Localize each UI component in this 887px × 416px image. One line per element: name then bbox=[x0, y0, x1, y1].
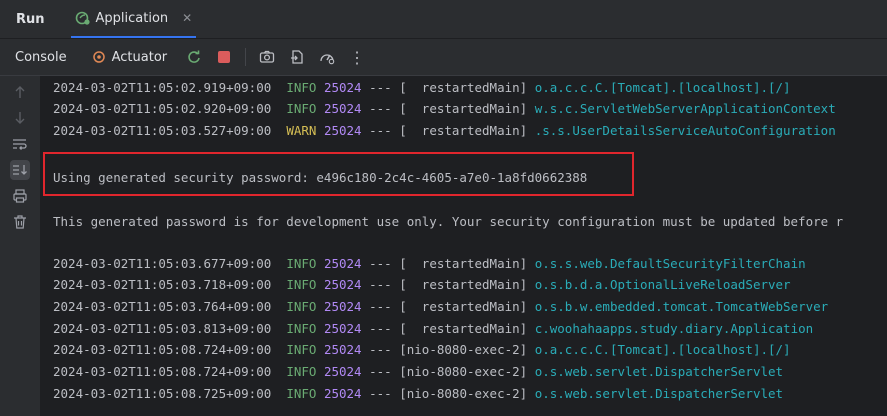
console-side-toolbar bbox=[0, 76, 40, 416]
profiler-icon[interactable] bbox=[318, 48, 336, 66]
close-tab-icon[interactable]: ✕ bbox=[182, 11, 192, 25]
log-pid: 25024 bbox=[323, 256, 362, 271]
log-timestamp: 2024-03-02T11:05:03.813+09:00 bbox=[53, 321, 272, 336]
log-logger[interactable]: o.s.web.servlet.DispatcherServlet bbox=[535, 364, 783, 379]
log-level: INFO bbox=[286, 342, 317, 357]
log-logger[interactable]: o.s.s.web.DefaultSecurityFilterChain bbox=[535, 256, 806, 271]
log-logger[interactable]: o.s.b.w.embedded.tomcat.TomcatWebServer bbox=[535, 299, 829, 314]
export-icon[interactable] bbox=[288, 48, 306, 66]
log-timestamp: 2024-03-02T11:05:08.724+09:00 bbox=[53, 342, 272, 357]
log-level: INFO bbox=[286, 256, 317, 271]
console-output[interactable]: 2024-03-02T11:05:02.919+09:00 INFO 25024… bbox=[40, 76, 887, 416]
log-thread: [ restartedMain] bbox=[399, 256, 528, 271]
log-logger[interactable]: o.a.c.c.C.[Tomcat].[localhost].[/] bbox=[535, 80, 791, 95]
rerun-icon[interactable] bbox=[185, 48, 203, 66]
log-level: INFO bbox=[286, 101, 317, 116]
log-level: INFO bbox=[286, 386, 317, 401]
clear-all-trash-icon[interactable] bbox=[10, 212, 30, 232]
log-pid: 25024 bbox=[323, 80, 362, 95]
log-line: 2024-03-02T11:05:08.724+09:00 INFO 25024… bbox=[53, 341, 791, 359]
log-separator: --- bbox=[369, 101, 392, 116]
dev-use-warning-message: This generated password is for developme… bbox=[53, 214, 844, 229]
log-thread: [ restartedMain] bbox=[399, 80, 528, 95]
console-toolbar: Console Actuator ⋮ bbox=[0, 39, 887, 76]
log-thread: [ restartedMain] bbox=[399, 277, 528, 292]
toolbar-divider bbox=[245, 48, 247, 66]
log-level: INFO bbox=[286, 321, 317, 336]
log-line: 2024-03-02T11:05:03.677+09:00 INFO 25024… bbox=[53, 255, 806, 273]
log-pid: 25024 bbox=[323, 364, 362, 379]
log-timestamp: 2024-03-02T11:05:03.677+09:00 bbox=[53, 256, 272, 271]
log-line: 2024-03-02T11:05:03.764+09:00 INFO 25024… bbox=[53, 298, 828, 316]
log-thread: [ restartedMain] bbox=[399, 123, 528, 138]
log-separator: --- bbox=[369, 342, 392, 357]
tab-actuator-label: Actuator bbox=[111, 49, 168, 65]
log-pid: 25024 bbox=[323, 277, 362, 292]
log-logger[interactable]: w.s.c.ServletWebServerApplicationContext bbox=[535, 101, 836, 116]
log-logger[interactable]: o.s.web.servlet.DispatcherServlet bbox=[535, 386, 783, 401]
log-timestamp: 2024-03-02T11:05:02.920+09:00 bbox=[53, 101, 272, 116]
run-tool-window-header: Run Application ✕ bbox=[0, 0, 887, 39]
log-separator: --- bbox=[369, 277, 392, 292]
log-level: INFO bbox=[286, 364, 317, 379]
log-thread: [nio-8080-exec-2] bbox=[399, 364, 528, 379]
scroll-to-end-icon[interactable] bbox=[10, 160, 30, 180]
log-level: INFO bbox=[286, 80, 317, 95]
log-pid: 25024 bbox=[323, 123, 362, 138]
stop-icon[interactable] bbox=[215, 48, 233, 66]
log-pid: 25024 bbox=[323, 299, 362, 314]
log-separator: --- bbox=[369, 299, 392, 314]
tab-application[interactable]: Application ✕ bbox=[70, 0, 197, 38]
log-timestamp: 2024-03-02T11:05:03.764+09:00 bbox=[53, 299, 272, 314]
log-thread: [nio-8080-exec-2] bbox=[399, 386, 528, 401]
log-thread: [ restartedMain] bbox=[399, 101, 528, 116]
spring-boot-run-icon bbox=[75, 10, 91, 26]
log-timestamp: 2024-03-02T11:05:08.725+09:00 bbox=[53, 386, 272, 401]
log-separator: --- bbox=[369, 123, 392, 138]
tab-application-label: Application bbox=[95, 10, 169, 26]
log-pid: 25024 bbox=[323, 101, 362, 116]
scroll-up-icon[interactable] bbox=[10, 82, 30, 102]
log-separator: --- bbox=[369, 364, 392, 379]
log-timestamp: 2024-03-02T11:05:08.724+09:00 bbox=[53, 364, 272, 379]
log-line: 2024-03-02T11:05:08.725+09:00 INFO 25024… bbox=[53, 385, 783, 403]
log-level: INFO bbox=[286, 277, 317, 292]
log-timestamp: 2024-03-02T11:05:03.718+09:00 bbox=[53, 277, 272, 292]
run-title: Run bbox=[16, 11, 45, 27]
log-pid: 25024 bbox=[323, 342, 362, 357]
log-line: 2024-03-02T11:05:02.920+09:00 INFO 25024… bbox=[53, 100, 836, 118]
log-thread: [ restartedMain] bbox=[399, 299, 528, 314]
print-icon[interactable] bbox=[10, 186, 30, 206]
log-line: 2024-03-02T11:05:03.718+09:00 INFO 25024… bbox=[53, 276, 791, 294]
log-line: 2024-03-02T11:05:03.813+09:00 INFO 25024… bbox=[53, 320, 813, 338]
tab-actuator[interactable]: Actuator bbox=[91, 49, 168, 65]
log-timestamp: 2024-03-02T11:05:03.527+09:00 bbox=[53, 123, 272, 138]
tab-console[interactable]: Console bbox=[15, 50, 67, 65]
scroll-down-icon[interactable] bbox=[10, 108, 30, 128]
soft-wrap-icon[interactable] bbox=[10, 134, 30, 154]
log-logger[interactable]: o.s.b.d.a.OptionalLiveReloadServer bbox=[535, 277, 791, 292]
log-logger[interactable]: c.woohahaapps.study.diary.Application bbox=[535, 321, 813, 336]
log-level: INFO bbox=[286, 299, 317, 314]
log-logger[interactable]: o.a.c.c.C.[Tomcat].[localhost].[/] bbox=[535, 342, 791, 357]
more-options-icon[interactable]: ⋮ bbox=[348, 48, 366, 67]
log-separator: --- bbox=[369, 386, 392, 401]
log-timestamp: 2024-03-02T11:05:02.919+09:00 bbox=[53, 80, 272, 95]
log-pid: 25024 bbox=[323, 321, 362, 336]
log-line: 2024-03-02T11:05:03.527+09:00 WARN 25024… bbox=[53, 122, 836, 140]
log-level: WARN bbox=[286, 123, 317, 138]
generated-password-message: Using generated security password: e496c… bbox=[53, 170, 588, 185]
log-logger[interactable]: .s.s.UserDetailsServiceAutoConfiguration bbox=[535, 123, 836, 138]
log-thread: [nio-8080-exec-2] bbox=[399, 342, 528, 357]
actuator-icon bbox=[91, 49, 107, 65]
log-pid: 25024 bbox=[323, 386, 362, 401]
log-separator: --- bbox=[369, 256, 392, 271]
log-separator: --- bbox=[369, 321, 392, 336]
log-separator: --- bbox=[369, 80, 392, 95]
log-thread: [ restartedMain] bbox=[399, 321, 528, 336]
log-line: 2024-03-02T11:05:08.724+09:00 INFO 25024… bbox=[53, 363, 783, 381]
camera-icon[interactable] bbox=[258, 48, 276, 66]
log-line: 2024-03-02T11:05:02.919+09:00 INFO 25024… bbox=[53, 79, 791, 97]
